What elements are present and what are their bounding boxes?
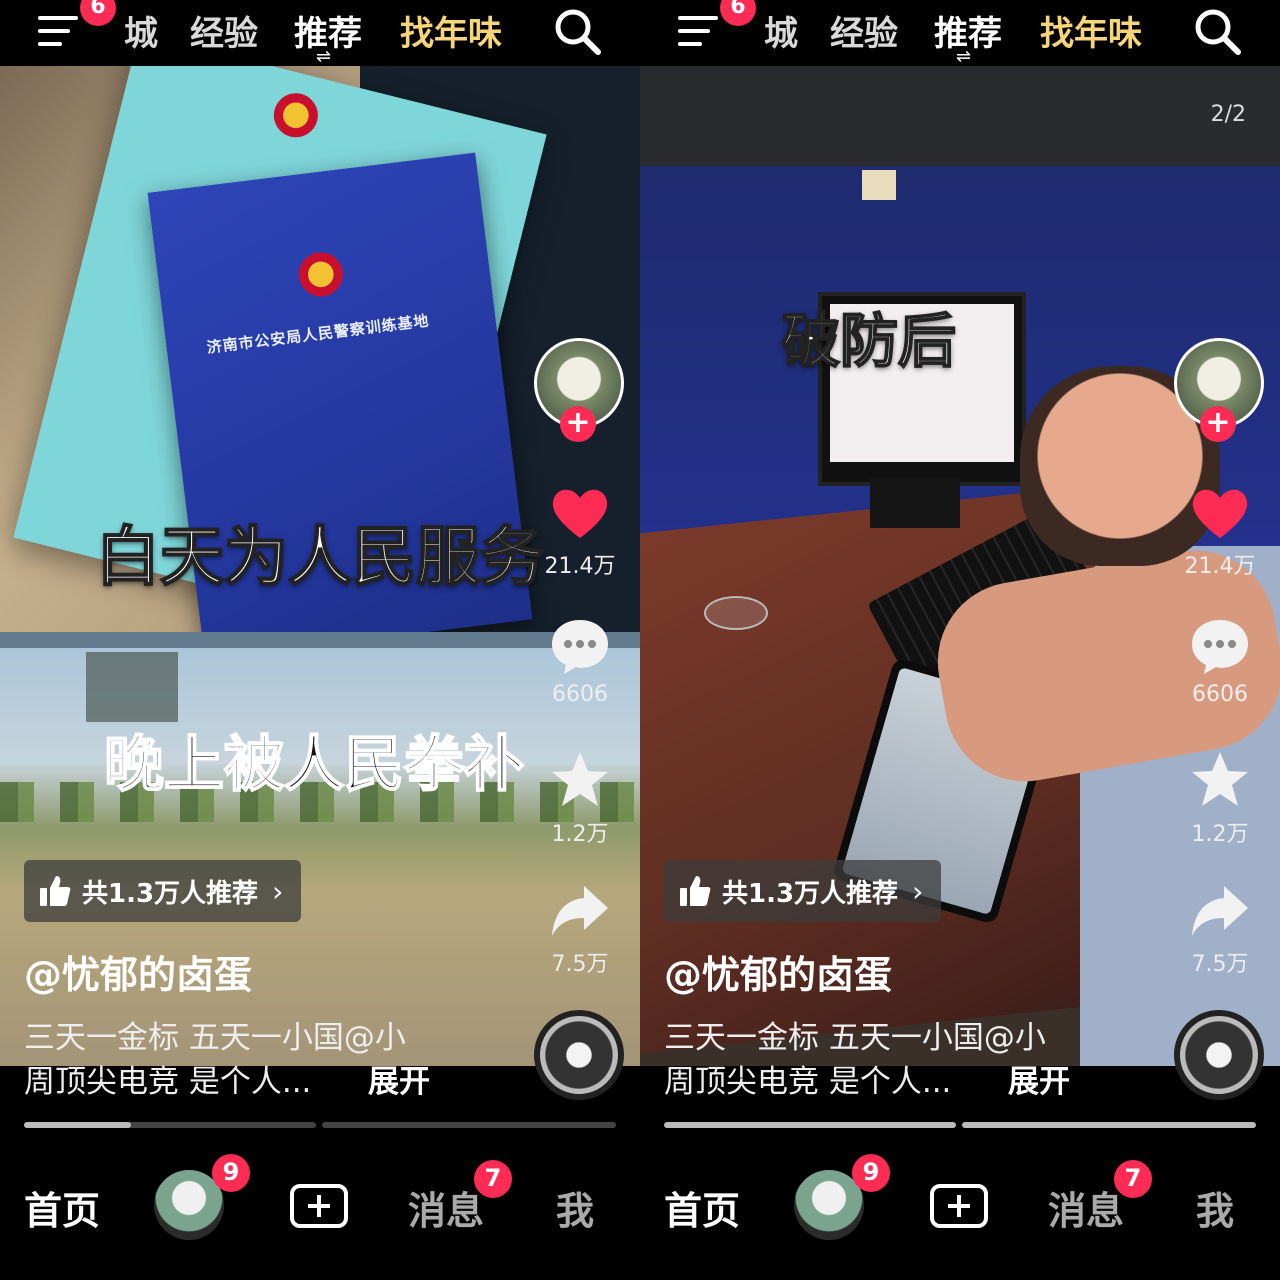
author-name[interactable]: @忧郁的卤蛋: [24, 944, 252, 999]
nav-me[interactable]: 我: [1196, 1180, 1234, 1235]
expand-button[interactable]: 展开: [368, 1056, 430, 1101]
menu-badge: 6: [720, 0, 756, 26]
messages-badge: 7: [1114, 1160, 1152, 1198]
recommend-text: 共1.3万人推荐: [82, 878, 259, 909]
chevron-right-icon: ›: [272, 874, 284, 908]
description-line-1: 三天一金标 五天一小国@小: [664, 1020, 1046, 1056]
progress-segment-1[interactable]: [664, 1122, 956, 1128]
author-name[interactable]: @忧郁的卤蛋: [664, 944, 892, 999]
progress-segment-2[interactable]: [962, 1122, 1256, 1128]
progress-fill: [24, 1122, 131, 1128]
progress-segment-2[interactable]: [322, 1122, 616, 1128]
nav-messages[interactable]: 消息: [408, 1180, 484, 1235]
comment-icon[interactable]: [548, 614, 612, 678]
thumbs-up-icon: [680, 876, 711, 906]
phone-screen-left: 6 城 经验 推荐 ⇌ 找年味 济南市公安局人民警察训练基地 白天为人民服务 晚…: [0, 0, 640, 1280]
share-icon[interactable]: [548, 878, 612, 942]
comment-icon[interactable]: [1188, 614, 1252, 678]
search-icon[interactable]: [552, 6, 602, 56]
dish-image: [704, 596, 768, 630]
recommend-pill[interactable]: 共1.3万人推荐 ›: [664, 860, 942, 922]
swap-icon: ⇌: [316, 46, 332, 67]
phone-screen-right: 6 城 经验 推荐 ⇌ 找年味 2/2 破防后 + 21.4万 6606 1.2…: [640, 0, 1280, 1280]
caption-day: 白天为人民服务: [95, 520, 545, 596]
tab-new-year[interactable]: 找年味: [400, 6, 502, 55]
star-icon[interactable]: [548, 748, 612, 812]
tab-city[interactable]: 城: [124, 6, 158, 55]
heart-icon[interactable]: [1188, 480, 1252, 544]
search-icon[interactable]: [1192, 6, 1242, 56]
swap-icon: ⇌: [956, 46, 972, 67]
friend-badge: 9: [212, 1154, 250, 1192]
police-emblem-icon: [296, 249, 346, 299]
menu-icon[interactable]: [38, 12, 80, 50]
wall-socket-image: [862, 170, 896, 200]
comment-count: 6606: [1192, 682, 1248, 707]
top-bar: 6 城 经验 推荐 ⇌ 找年味: [0, 0, 640, 66]
emblem-icon: [269, 88, 323, 142]
tab-experience[interactable]: 经验: [190, 6, 258, 55]
menu-badge: 6: [80, 0, 116, 26]
expand-button[interactable]: 展开: [1008, 1056, 1070, 1101]
top-bar: 6 城 经验 推荐 ⇌ 找年味: [640, 0, 1280, 66]
tab-experience[interactable]: 经验: [830, 6, 898, 55]
plus-icon[interactable]: [930, 1184, 988, 1228]
share-count: 7.5万: [551, 952, 609, 977]
caption-broken: 破防后: [781, 306, 957, 376]
thumbs-up-icon: [40, 876, 71, 906]
tab-city[interactable]: 城: [764, 6, 798, 55]
notebook-title: 济南市公安局人民警察训练基地: [205, 311, 431, 357]
plus-icon[interactable]: [290, 1184, 348, 1228]
share-count: 7.5万: [1191, 952, 1249, 977]
caption-night: 晚上被人民拳补: [103, 729, 525, 801]
like-count: 21.4万: [544, 554, 616, 579]
progress-segment-1[interactable]: [24, 1122, 316, 1128]
nav-home[interactable]: 首页: [24, 1180, 100, 1235]
messages-badge: 7: [474, 1160, 512, 1198]
comment-count: 6606: [552, 682, 608, 707]
menu-icon[interactable]: [678, 12, 720, 50]
page-indicator: 2/2: [1210, 102, 1246, 127]
monitor-stand-image: [870, 478, 960, 528]
nav-messages[interactable]: 消息: [1048, 1180, 1124, 1235]
nav-me[interactable]: 我: [556, 1180, 594, 1235]
share-icon[interactable]: [1188, 878, 1252, 942]
bottom-nav: 首页 9 消息 7 我: [0, 1140, 640, 1280]
chevron-right-icon: ›: [912, 874, 924, 908]
nav-home[interactable]: 首页: [664, 1180, 740, 1235]
favorite-count: 1.2万: [1191, 822, 1249, 847]
recommend-pill[interactable]: 共1.3万人推荐 ›: [24, 860, 302, 922]
like-count: 21.4万: [1184, 554, 1256, 579]
action-rail: + 21.4万 6606 1.2万 7.5万: [1174, 338, 1266, 978]
follow-plus-icon[interactable]: +: [560, 406, 596, 442]
recommend-text: 共1.3万人推荐: [722, 878, 899, 909]
description-line-1: 三天一金标 五天一小国@小: [24, 1020, 406, 1056]
music-disc-icon[interactable]: [1174, 1010, 1264, 1100]
heart-icon[interactable]: [548, 480, 612, 544]
friend-badge: 9: [852, 1154, 890, 1192]
music-disc-icon[interactable]: [534, 1010, 624, 1100]
description-line-2: 周顶尖电竞 是个人...: [664, 1064, 952, 1100]
star-icon[interactable]: [1188, 748, 1252, 812]
description-line-2: 周顶尖电竞 是个人...: [24, 1064, 312, 1100]
game-hud-panel: [86, 652, 178, 722]
image-top-band: [640, 66, 1280, 166]
tab-new-year[interactable]: 找年味: [1040, 6, 1142, 55]
bottom-nav: 首页 9 消息 7 我: [640, 1140, 1280, 1280]
follow-plus-icon[interactable]: +: [1200, 406, 1236, 442]
action-rail: + 21.4万 6606 1.2万 7.5万: [534, 338, 626, 978]
favorite-count: 1.2万: [551, 822, 609, 847]
